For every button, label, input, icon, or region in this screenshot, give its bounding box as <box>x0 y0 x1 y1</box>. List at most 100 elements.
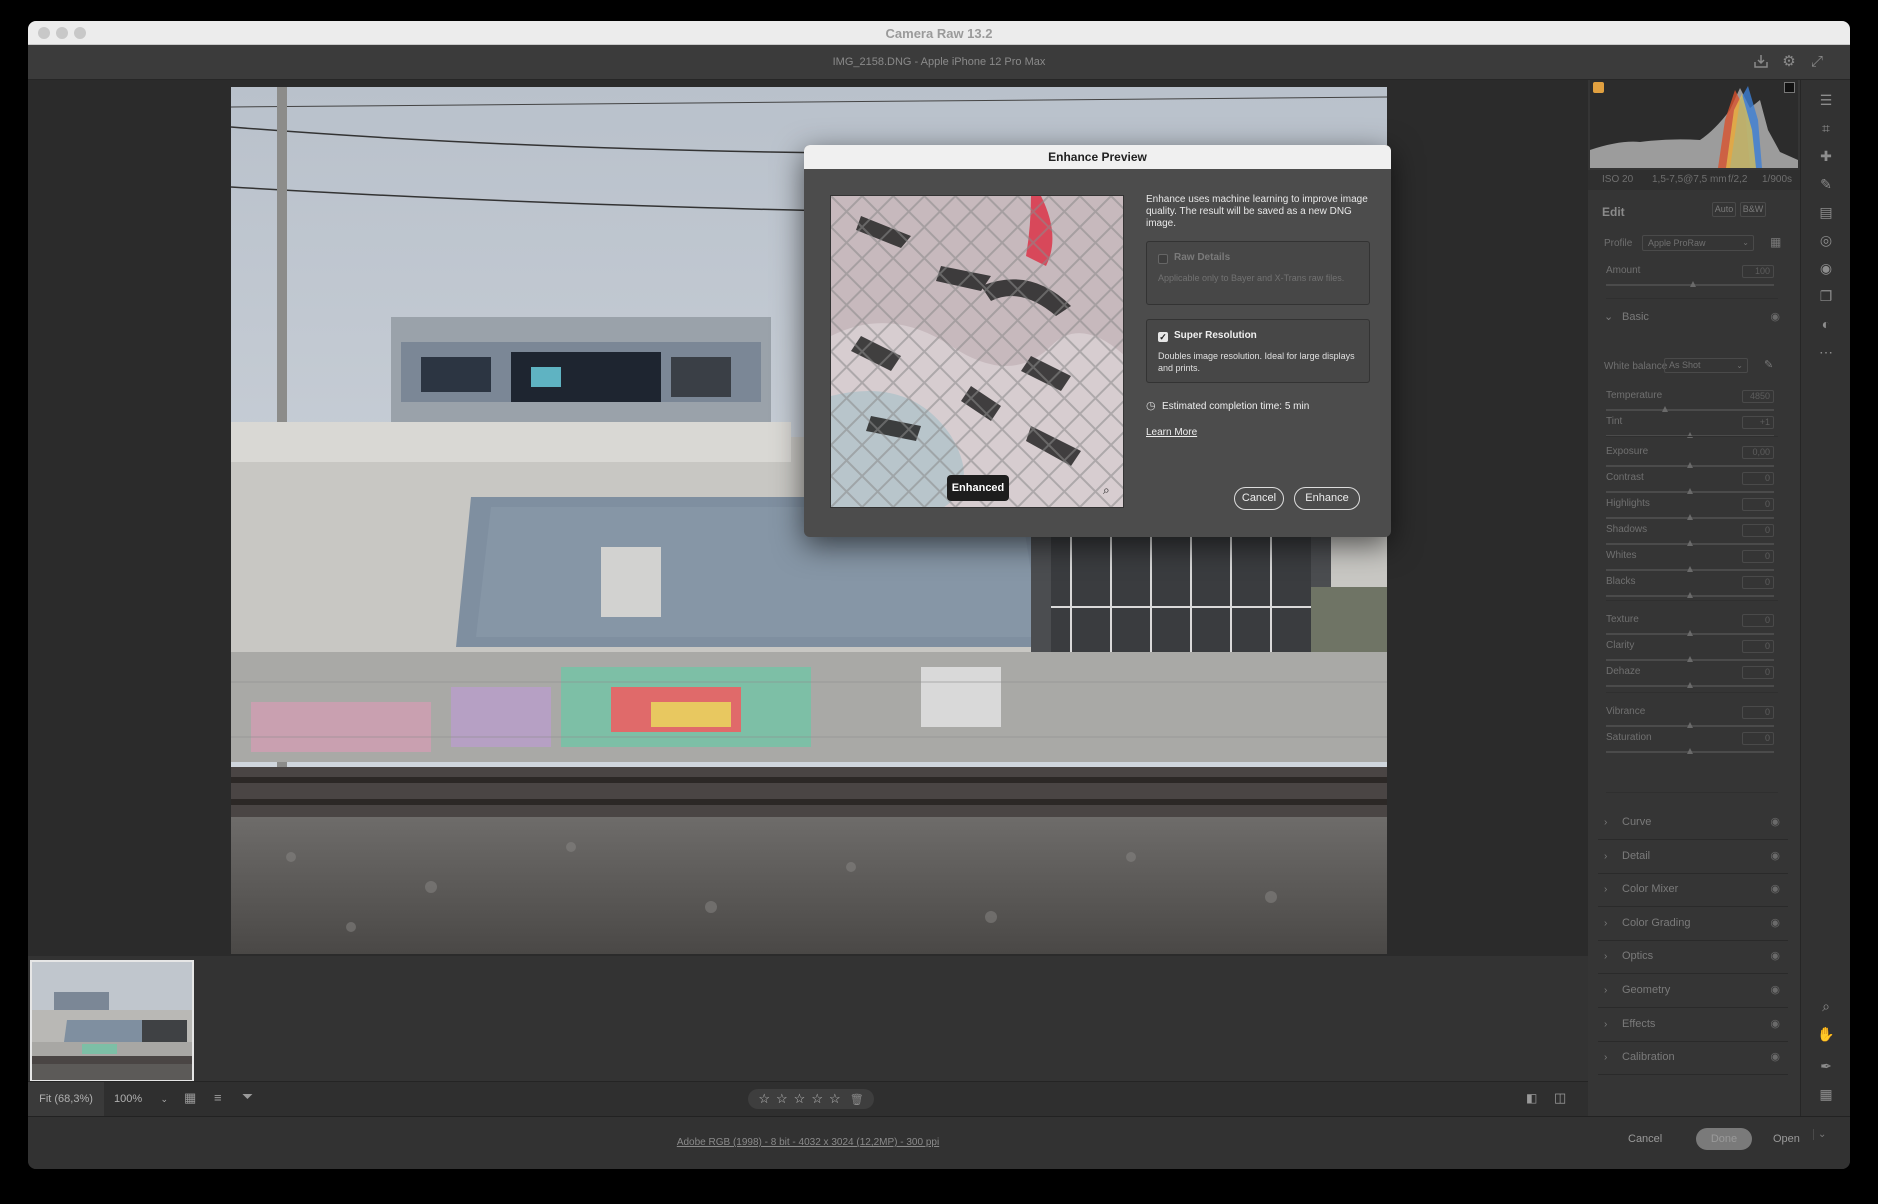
fullscreen-icon[interactable]: ⤢ <box>1808 53 1826 71</box>
eye-icon[interactable]: ◉ <box>1770 1017 1780 1030</box>
slider-highlights-value[interactable]: 0 <box>1742 498 1774 511</box>
zoom-out-icon[interactable]: ⌕ <box>1103 483 1110 498</box>
eye-icon[interactable]: ◉ <box>1770 949 1780 962</box>
slider-temperature-knob[interactable] <box>1661 406 1668 412</box>
section-geometry[interactable]: › Geometry ◉ <box>1598 975 1788 1008</box>
gradient-icon[interactable]: ▤ <box>1816 202 1836 222</box>
filmstrip-thumbnail[interactable] <box>30 960 194 1082</box>
slider-contrast-knob[interactable] <box>1687 488 1693 494</box>
slider-texture-knob[interactable] <box>1687 630 1693 636</box>
fit-zoom-button[interactable]: Fit (68,3%) <box>28 1082 104 1116</box>
section-curve[interactable]: › Curve ◉ <box>1598 807 1788 840</box>
slider-clarity-knob[interactable] <box>1687 656 1693 662</box>
slider-exposure-knob[interactable] <box>1687 462 1693 468</box>
auto-button[interactable]: Auto <box>1712 202 1736 217</box>
slider-shadows-knob[interactable] <box>1687 540 1693 546</box>
slider-shadows-value[interactable]: 0 <box>1742 524 1774 537</box>
slider-highlights-knob[interactable] <box>1687 514 1693 520</box>
slider-blacks-value[interactable]: 0 <box>1742 576 1774 589</box>
slider-amount-value[interactable]: 100 <box>1742 265 1774 278</box>
dialog-enhance-button[interactable]: Enhance <box>1294 487 1360 510</box>
section-calibration[interactable]: › Calibration ◉ <box>1598 1042 1788 1076</box>
done-button[interactable]: Done <box>1696 1128 1752 1150</box>
sampler-icon[interactable]: ✒ <box>1816 1056 1836 1076</box>
crop-icon[interactable]: ⌗ <box>1816 118 1836 138</box>
slider-dehaze-knob[interactable] <box>1687 682 1693 688</box>
star-2-icon[interactable]: ☆ <box>776 1089 788 1109</box>
compare-view-icon[interactable]: ◫ <box>1554 1090 1566 1106</box>
workflow-options-link[interactable]: Adobe RGB (1998) - 8 bit - 4032 x 3024 (… <box>28 1137 1588 1148</box>
white-balance-select[interactable]: As Shot ⌄ <box>1664 358 1748 373</box>
zoom-select[interactable]: 100% ⌄ <box>114 1082 170 1116</box>
slider-vibrance[interactable]: Vibrance 0 <box>1606 706 1786 732</box>
slider-contrast[interactable]: Contrast 0 <box>1606 472 1786 498</box>
slider-clarity[interactable]: Clarity 0 <box>1606 640 1786 666</box>
slider-highlights[interactable]: Highlights 0 <box>1606 498 1786 524</box>
slider-texture-value[interactable]: 0 <box>1742 614 1774 627</box>
radial-filter-icon[interactable]: ◎ <box>1816 230 1836 250</box>
slider-tint[interactable]: Tint +1 <box>1606 416 1786 442</box>
bw-button[interactable]: B&W <box>1740 202 1766 217</box>
slider-saturation[interactable]: Saturation 0 <box>1606 732 1786 758</box>
open-options-chevron-icon[interactable]: ⌄ <box>1813 1129 1826 1140</box>
section-color-grading[interactable]: › Color Grading ◉ <box>1598 908 1788 941</box>
slider-blacks-knob[interactable] <box>1687 592 1693 598</box>
eye-icon[interactable]: ◉ <box>1770 983 1780 996</box>
snapshots-icon[interactable]: ❐ <box>1816 286 1836 306</box>
star-5-icon[interactable]: ☆ <box>829 1089 841 1109</box>
eyedropper-icon[interactable]: ✎ <box>1764 358 1773 371</box>
slider-saturation-value[interactable]: 0 <box>1742 732 1774 745</box>
presets-icon[interactable]: ◐ <box>1816 314 1836 334</box>
open-button[interactable]: Open <box>1773 1133 1800 1145</box>
slider-temperature-track[interactable] <box>1606 409 1774 411</box>
hand-tool-icon[interactable]: ✋ <box>1816 1024 1836 1044</box>
clipping-shadow-icon[interactable] <box>1593 82 1604 93</box>
slider-vibrance-value[interactable]: 0 <box>1742 706 1774 719</box>
slider-shadows[interactable]: Shadows 0 <box>1606 524 1786 550</box>
slider-dehaze[interactable]: Dehaze 0 <box>1606 666 1786 692</box>
slider-exposure[interactable]: Exposure 0,00 <box>1606 446 1786 472</box>
grid-icon[interactable]: ▦ <box>1816 1084 1836 1104</box>
star-3-icon[interactable]: ☆ <box>794 1089 806 1109</box>
eye-icon[interactable]: ◉ <box>1770 916 1780 929</box>
star-rating[interactable]: ☆ ☆ ☆ ☆ ☆ 🗑 <box>748 1089 874 1109</box>
star-1-icon[interactable]: ☆ <box>758 1089 770 1109</box>
sort-icon[interactable]: ≡ <box>214 1090 222 1105</box>
slider-texture[interactable]: Texture 0 <box>1606 614 1786 640</box>
slider-whites-knob[interactable] <box>1687 566 1693 572</box>
slider-amount-knob[interactable] <box>1690 281 1696 287</box>
eye-icon[interactable]: ◉ <box>1770 849 1780 862</box>
slider-temperature[interactable]: Temperature 4850 <box>1606 390 1786 416</box>
eye-icon[interactable]: ◉ <box>1770 815 1780 828</box>
slider-tint-value[interactable]: +1 <box>1742 416 1774 429</box>
slider-amount[interactable]: Amount 100 <box>1606 265 1786 291</box>
eye-icon[interactable]: ◉ <box>1770 310 1780 323</box>
profile-select[interactable]: Apple ProRaw ⌄ <box>1642 235 1754 251</box>
slider-exposure-value[interactable]: 0,00 <box>1742 446 1774 459</box>
slider-blacks[interactable]: Blacks 0 <box>1606 576 1786 602</box>
more-icon[interactable]: ⋯ <box>1816 342 1836 362</box>
eye-icon[interactable]: ◉ <box>1770 882 1780 895</box>
zoom-tool-icon[interactable]: ⌕ <box>1816 996 1836 1016</box>
healing-icon[interactable]: ✚ <box>1816 146 1836 166</box>
eye-icon[interactable]: ◉ <box>1770 1050 1780 1063</box>
dialog-cancel-button[interactable]: Cancel <box>1234 487 1284 510</box>
section-optics[interactable]: › Optics ◉ <box>1598 941 1788 975</box>
clipping-highlight-icon[interactable] <box>1784 82 1795 93</box>
slider-dehaze-value[interactable]: 0 <box>1742 666 1774 679</box>
filter-icon[interactable]: ⏷ <box>242 1088 253 1105</box>
edit-sliders-icon[interactable]: ☰ <box>1816 90 1836 110</box>
raw-details-checkbox[interactable] <box>1158 254 1168 264</box>
slider-saturation-knob[interactable] <box>1687 748 1693 754</box>
super-resolution-checkbox[interactable]: ✓ <box>1158 332 1168 342</box>
slider-tint-knob[interactable] <box>1687 432 1693 438</box>
learn-more-link[interactable]: Learn More <box>1146 427 1197 438</box>
red-eye-icon[interactable]: ◉ <box>1816 258 1836 278</box>
slider-whites-value[interactable]: 0 <box>1742 550 1774 563</box>
slider-temperature-value[interactable]: 4850 <box>1742 390 1774 403</box>
trash-icon[interactable]: 🗑 <box>850 1090 864 1110</box>
gear-icon[interactable]: ⚙ <box>1780 53 1798 71</box>
section-detail[interactable]: › Detail ◉ <box>1598 841 1788 874</box>
brush-icon[interactable]: ✎ <box>1816 174 1836 194</box>
before-after-icon[interactable]: ◧ <box>1526 1091 1537 1105</box>
